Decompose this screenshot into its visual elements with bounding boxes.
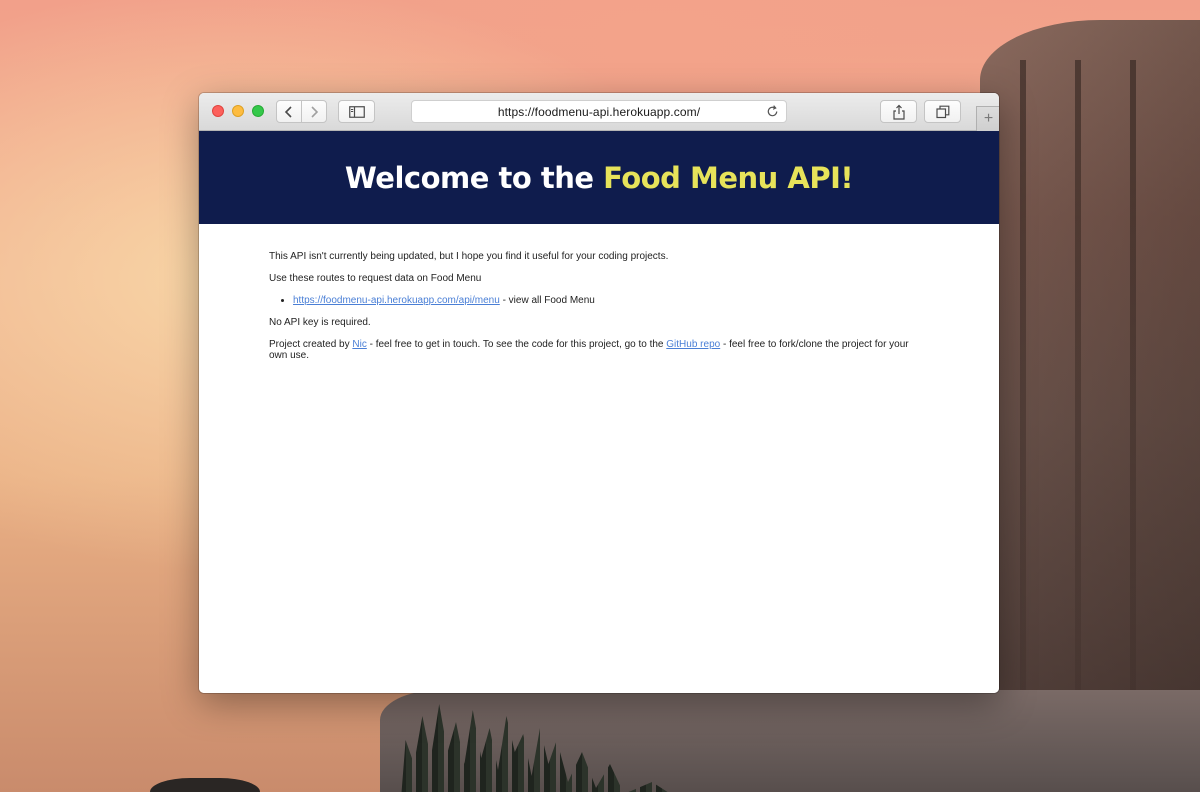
browser-window: https://foodmenu-api.herokuapp.com/ + We… [199, 93, 999, 693]
sidebar-button[interactable] [338, 100, 375, 123]
github-repo-link[interactable]: GitHub repo [666, 339, 720, 350]
address-bar-url: https://foodmenu-api.herokuapp.com/ [497, 104, 701, 119]
credit-prefix: Project created by [269, 339, 353, 350]
navigation-buttons [276, 100, 327, 123]
tabs-overview-icon [935, 105, 949, 118]
new-tab-button[interactable]: + [976, 106, 999, 131]
zoom-window-button[interactable] [252, 105, 264, 117]
credit-text: Project created by Nic - feel free to ge… [269, 339, 929, 361]
minimize-window-button[interactable] [232, 105, 244, 117]
page-header: Welcome to the Food Menu API! [199, 131, 999, 224]
tabs-overview-button[interactable] [924, 100, 961, 123]
chevron-right-icon [311, 105, 319, 118]
reload-icon[interactable] [765, 104, 780, 119]
credit-middle: - feel free to get in touch. To see the … [366, 339, 667, 350]
routes-list: https://foodmenu-api.herokuapp.com/api/m… [293, 295, 929, 306]
address-bar[interactable]: https://foodmenu-api.herokuapp.com/ [411, 100, 787, 123]
chevron-left-icon [285, 105, 292, 118]
page-title-highlight: Food Menu API! [603, 160, 854, 195]
api-key-note: No API key is required. [269, 317, 371, 328]
share-button[interactable] [880, 100, 917, 123]
browser-toolbar: https://foodmenu-api.herokuapp.com/ + [199, 93, 999, 131]
share-icon [892, 104, 905, 120]
back-button[interactable] [277, 101, 301, 122]
forward-button[interactable] [301, 101, 326, 122]
sidebar-icon [348, 105, 365, 118]
author-link[interactable]: Nic [352, 339, 366, 350]
page-title-prefix: Welcome to the [344, 160, 604, 195]
route-description: - view all Food Menu [499, 295, 595, 306]
page-content: Welcome to the Food Menu API! This API i… [199, 131, 999, 693]
cliff-streak [1075, 60, 1081, 760]
page-body: This API isn't currently being updated, … [199, 224, 999, 361]
close-window-button[interactable] [212, 105, 224, 117]
route-item: https://foodmenu-api.herokuapp.com/api/m… [293, 295, 929, 306]
page-title: Welcome to the Food Menu API! [344, 160, 854, 195]
cliff-streak [1130, 60, 1136, 760]
wallpaper-cliff [980, 20, 1200, 792]
cliff-streak [1020, 60, 1026, 760]
routes-intro-text: Use these routes to request data on Food… [269, 273, 482, 284]
intro-text: This API isn't currently being updated, … [269, 251, 669, 262]
menu-route-link[interactable]: https://foodmenu-api.herokuapp.com/api/m… [293, 295, 500, 306]
wallpaper-foreground-rock [150, 778, 260, 792]
